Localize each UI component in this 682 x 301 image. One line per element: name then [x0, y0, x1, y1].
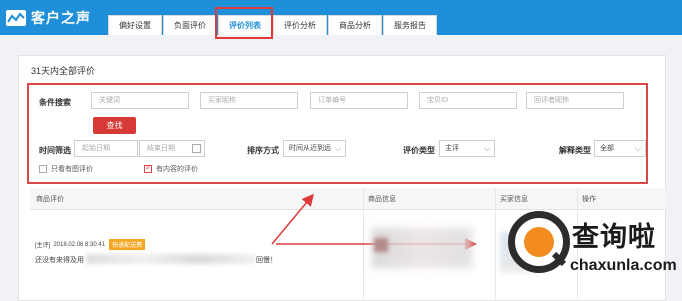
review-tag-badge: 快递配送费 — [109, 239, 146, 250]
review-date: 2018.02.06 8:30:41 — [53, 241, 106, 248]
review-meta: [主评] 2018.02.06 8:30:41 快递配送费 — [35, 239, 146, 250]
review-text: 还没有来得及用 — [35, 257, 84, 264]
review-type: [主评] — [35, 243, 51, 249]
blurred-text — [86, 254, 256, 264]
magnifier-icon — [508, 211, 570, 273]
watermark-en: chaxunla.com — [570, 257, 677, 274]
site-watermark: 查询啦 chaxunla.com — [504, 209, 677, 295]
arrow-to-filter — [271, 193, 314, 245]
watermark-cn: 查询啦 — [572, 222, 656, 252]
review-text-tail: 回慢！ — [256, 257, 277, 264]
blurred-product-thumb — [374, 238, 388, 252]
